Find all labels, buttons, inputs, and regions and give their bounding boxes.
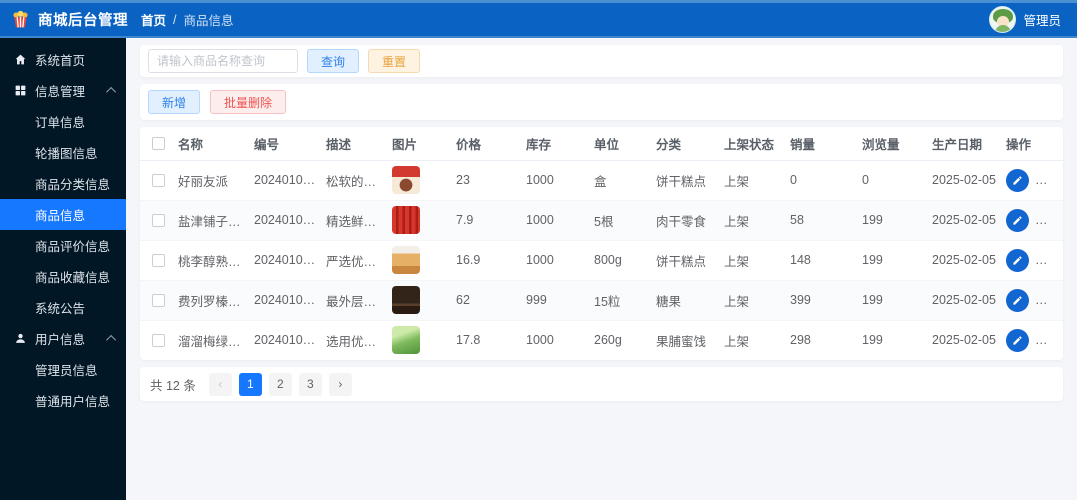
breadcrumb: 首页 / 商品信息	[141, 10, 234, 29]
sidebar-item-announcements[interactable]: 系统公告	[0, 292, 126, 323]
edit-icon	[1013, 175, 1022, 185]
row-checkbox[interactable]	[151, 254, 165, 268]
sidebar-item-reviews[interactable]: 商品评价信息	[0, 230, 126, 261]
user-menu[interactable]: 管理员	[989, 6, 1077, 33]
logo: 商城后台管理	[0, 9, 128, 30]
avatar-art	[995, 25, 1012, 32]
toolbar: 新增 批量删除	[140, 84, 1063, 120]
prev-page-button[interactable]: ‹	[208, 372, 232, 396]
sidebar-group-info[interactable]: 信息管理	[0, 75, 126, 106]
col-desc: 描述	[324, 127, 390, 161]
col-category: 分类	[654, 127, 722, 161]
col-status: 上架状态	[722, 127, 788, 161]
total-count-label: 共 12 条	[150, 378, 196, 393]
breadcrumb-current: 商品信息	[183, 14, 234, 28]
search-bar: 查询 重置	[140, 45, 1063, 77]
query-button[interactable]: 查询	[307, 49, 360, 73]
row-checkbox[interactable]	[151, 294, 165, 308]
col-code: 编号	[252, 127, 324, 161]
sidebar-item-products[interactable]: 商品信息	[0, 199, 126, 230]
sidebar-item-home[interactable]: 系统首页	[0, 44, 126, 75]
product-image	[392, 166, 420, 194]
table-row: 好丽友派 2024010021 松软的蛋糕... 23 1000 盒 饼干糕点 …	[140, 160, 1063, 201]
edit-button[interactable]	[1006, 248, 1029, 272]
sidebar-item-favorites[interactable]: 商品收藏信息	[0, 261, 126, 292]
select-all-checkbox[interactable]	[151, 137, 165, 151]
edit-icon	[1013, 336, 1022, 345]
edit-icon	[1013, 295, 1022, 305]
col-unit: 单位	[592, 127, 654, 161]
table-row: 费列罗榛果... 2024010018 最外层是香... 62 999 15粒 …	[140, 280, 1063, 321]
col-name: 名称	[176, 127, 252, 161]
home-icon	[15, 54, 26, 65]
products-table-card: 名称 编号 描述 图片 价格 库存 单位 分类 上架状态 销量 浏览量 生产日期…	[140, 127, 1063, 360]
col-stock: 库存	[524, 127, 592, 161]
product-image	[392, 326, 420, 355]
app-title: 商城后台管理	[38, 13, 128, 29]
chevron-up-icon	[106, 86, 117, 97]
batch-delete-button[interactable]: 批量删除	[210, 90, 287, 114]
sidebar: 系统首页 信息管理 订单信息 轮播图信息 商品分类信息 商品信息 商品评价信息 …	[0, 38, 126, 500]
page-button-3[interactable]: 3	[298, 372, 322, 396]
row-checkbox[interactable]	[151, 334, 165, 348]
pagination: 共 12 条 ‹ 1 2 3 ›	[140, 367, 1063, 401]
col-ops: 操作	[1004, 127, 1063, 161]
sidebar-item-categories[interactable]: 商品分类信息	[0, 168, 126, 199]
search-input[interactable]	[148, 49, 298, 73]
col-views: 浏览量	[860, 127, 930, 161]
page-button-2[interactable]: 2	[268, 372, 292, 396]
col-image: 图片	[390, 127, 454, 161]
row-checkbox[interactable]	[151, 214, 165, 228]
page-button-1[interactable]: 1	[238, 372, 262, 396]
chevron-up-icon	[106, 334, 117, 345]
col-sales: 销量	[788, 127, 860, 161]
sidebar-item-orders[interactable]: 订单信息	[0, 106, 126, 137]
edit-button[interactable]	[1006, 328, 1029, 352]
edit-icon	[1013, 215, 1022, 225]
sidebar-item-banners[interactable]: 轮播图信息	[0, 137, 126, 168]
edit-button[interactable]	[1006, 168, 1029, 192]
edit-button[interactable]	[1006, 288, 1029, 312]
reset-button[interactable]: 重置	[368, 49, 421, 73]
table-row: 溜溜梅绿茶... 2024010017 选用优质青... 17.8 1000 2…	[140, 320, 1063, 360]
breadcrumb-separator: /	[173, 12, 177, 27]
add-button[interactable]: 新增	[148, 90, 201, 114]
main-content: 查询 重置 新增 批量删除 名称 编号 描述	[126, 38, 1077, 500]
sidebar-item-normal-users[interactable]: 普通用户信息	[0, 385, 126, 416]
app-window: 商城后台管理 首页 / 商品信息 管理员 系统首页 信息管理 订单信息 轮播图信…	[0, 0, 1077, 500]
products-table: 名称 编号 描述 图片 价格 库存 单位 分类 上架状态 销量 浏览量 生产日期…	[140, 127, 1063, 360]
edit-button[interactable]	[1006, 208, 1029, 232]
topbar: 商城后台管理 首页 / 商品信息 管理员	[0, 0, 1077, 38]
sidebar-item-admins[interactable]: 管理员信息	[0, 354, 126, 385]
table-row: 盐津铺子鸭脖 2024010020 精选鲜嫩鸭... 7.9 1000 5根 肉…	[140, 200, 1063, 241]
sidebar-group-users[interactable]: 用户信息	[0, 323, 126, 354]
product-image	[392, 206, 420, 234]
grid-icon	[15, 85, 26, 96]
username-label: 管理员	[1023, 14, 1061, 28]
col-price: 价格	[454, 127, 524, 161]
avatar[interactable]	[989, 6, 1017, 33]
edit-icon	[1013, 255, 1022, 265]
col-date: 生产日期	[930, 127, 1004, 161]
user-icon	[16, 333, 25, 343]
popcorn-icon	[10, 9, 31, 30]
row-checkbox[interactable]	[151, 174, 165, 188]
next-page-button[interactable]: ›	[328, 372, 352, 396]
table-row: 桃李醇熟切... 2024010019 严选优质小... 16.9 1000 8…	[140, 240, 1063, 281]
table-header-row: 名称 编号 描述 图片 价格 库存 单位 分类 上架状态 销量 浏览量 生产日期…	[140, 127, 1063, 161]
breadcrumb-home-link[interactable]: 首页	[141, 10, 166, 29]
product-image	[392, 246, 420, 274]
product-image	[392, 286, 420, 314]
